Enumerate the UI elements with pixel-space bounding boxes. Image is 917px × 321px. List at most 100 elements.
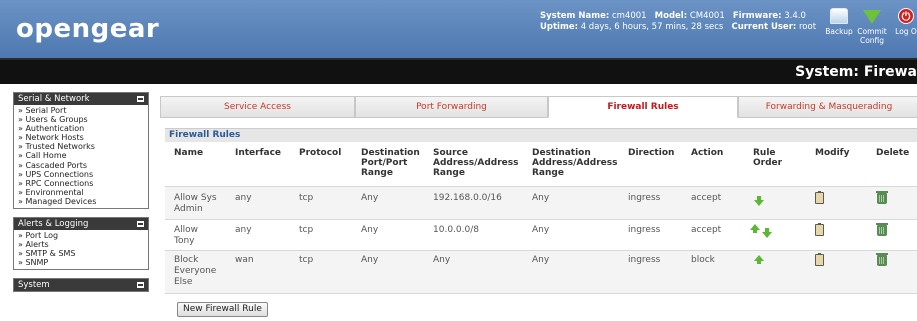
cell-name: Allow Sys Admin: [174, 193, 217, 215]
table-title: Firewall Rules: [165, 128, 917, 142]
header-line: Order: [753, 158, 783, 168]
sidebar-section-title: Serial & Network: [18, 94, 90, 104]
top-header: opengear System Name: cm4001 Model: CM40…: [0, 0, 917, 58]
backup-button[interactable]: Backup: [824, 8, 854, 36]
clipboard-icon[interactable]: [815, 191, 824, 204]
uptime-value: 4 days, 6 hours, 57 mins, 28 secs: [580, 22, 724, 32]
header-line: Address/Address: [532, 158, 618, 168]
header-line: Rule: [753, 148, 776, 158]
column-header-action: Action: [691, 148, 724, 158]
sidebar-item-alerts[interactable]: Alerts: [18, 240, 144, 249]
firmware-label: Firmware:: [732, 11, 782, 21]
cell-direction: ingress: [628, 225, 661, 235]
title-bar: System: Firewa: [0, 58, 917, 84]
sidebar-section-header[interactable]: Alerts & Logging: [14, 218, 148, 231]
column-header-rule-order: Rule Order: [753, 148, 782, 168]
cell-dest-address: Any: [532, 255, 550, 265]
column-header-interface: Interface: [235, 148, 282, 158]
name-line: Allow: [174, 225, 199, 235]
cell-dest-port: Any: [361, 255, 379, 265]
collapse-icon[interactable]: [137, 96, 144, 102]
table-row: Allow Tony any tcp Any 10.0.0.0/8 Any in…: [165, 219, 917, 250]
tab-bar: Service Access Port Forwarding Firewall …: [160, 96, 917, 118]
sidebar-item-authentication[interactable]: Authentication: [18, 124, 144, 133]
logout-button[interactable]: ⏻ Log O: [891, 8, 917, 36]
sidebar-section-header[interactable]: Serial & Network: [14, 93, 148, 105]
move-up-icon[interactable]: [750, 224, 760, 233]
model-value: CM4001: [689, 11, 725, 21]
tab-forwarding-masquerading[interactable]: Forwarding & Masquerading: [738, 96, 917, 118]
sidebar-section-serial-network: Serial & Network Serial Port Users & Gro…: [13, 92, 149, 210]
cell-interface: any: [235, 193, 252, 203]
sidebar-section-header[interactable]: System: [14, 279, 148, 292]
sidebar-item-rpc-connections[interactable]: RPC Connections: [18, 179, 144, 188]
sidebar-item-smtp-sms[interactable]: SMTP & SMS: [18, 249, 144, 258]
config-label: Config: [859, 36, 885, 45]
sidebar-item-managed-devices[interactable]: Managed Devices: [18, 197, 144, 206]
sidebar-item-snmp[interactable]: SNMP: [18, 258, 144, 267]
cell-name: Block Everyone Else: [174, 255, 216, 288]
firmware-value: 3.4.0: [784, 11, 806, 21]
system-info-line-2: Uptime: 4 days, 6 hours, 57 mins, 28 sec…: [540, 22, 816, 33]
cell-direction: ingress: [628, 193, 661, 203]
move-down-icon[interactable]: [762, 228, 772, 238]
cell-action: block: [691, 255, 715, 265]
trash-icon[interactable]: [876, 191, 888, 204]
tab-firewall-rules[interactable]: Firewall Rules: [548, 96, 738, 118]
sidebar-item-users-groups[interactable]: Users & Groups: [18, 115, 144, 124]
cell-name: Allow Tony: [174, 225, 198, 247]
current-user-value: root: [799, 22, 817, 32]
cell-direction: ingress: [628, 255, 661, 265]
backup-label: Backup: [825, 27, 853, 36]
name-line: Else: [174, 277, 193, 287]
column-header-dest-port: Destination Port/Port Range: [361, 148, 420, 178]
cell-dest-port: Any: [361, 225, 379, 235]
collapse-icon[interactable]: [137, 221, 144, 228]
table-row: Allow Sys Admin any tcp Any 192.168.0.0/…: [165, 186, 917, 219]
clipboard-icon[interactable]: [815, 223, 824, 236]
cell-dest-address: Any: [532, 193, 550, 203]
power-icon: ⏻: [898, 8, 914, 24]
page-title: System: Firewa: [795, 64, 917, 80]
cell-interface: any: [235, 225, 252, 235]
cell-action: accept: [691, 225, 722, 235]
clipboard-icon[interactable]: [815, 253, 824, 266]
header-line: Source: [433, 148, 468, 158]
header-line: Range: [532, 168, 564, 178]
cell-source: 10.0.0.0/8: [433, 225, 479, 235]
cell-interface: wan: [235, 255, 254, 265]
new-firewall-rule-button[interactable]: New Firewall Rule: [177, 302, 268, 317]
sidebar-item-ups-connections[interactable]: UPS Connections: [18, 170, 144, 179]
column-header-direction: Direction: [628, 148, 675, 158]
commit-config-button[interactable]: Commit Config: [857, 8, 887, 45]
sidebar-item-call-home[interactable]: Call Home: [18, 151, 144, 160]
trash-icon[interactable]: [876, 253, 888, 266]
tab-service-access[interactable]: Service Access: [160, 96, 355, 118]
column-header-protocol: Protocol: [299, 148, 342, 158]
sidebar-item-network-hosts[interactable]: Network Hosts: [18, 133, 144, 142]
column-header-delete: Delete: [876, 148, 910, 158]
move-up-icon[interactable]: [754, 255, 764, 264]
name-line: Block: [174, 255, 199, 265]
page: opengear System Name: cm4001 Model: CM40…: [0, 0, 917, 321]
sidebar-item-port-log[interactable]: Port Log: [18, 231, 144, 240]
uptime-label: Uptime:: [540, 22, 578, 32]
move-down-icon[interactable]: [754, 196, 764, 206]
sidebar-section-alerts-logging: Alerts & Logging Port Log Alerts SMTP & …: [13, 217, 149, 271]
name-line: Tony: [174, 236, 195, 246]
header-line: Address/Address: [433, 158, 519, 168]
system-info-line-1: System Name: cm4001 Model: CM4001 Firmwa…: [540, 11, 816, 22]
sidebar-item-environmental[interactable]: Environmental: [18, 188, 144, 197]
cell-protocol: tcp: [299, 225, 314, 235]
collapse-icon[interactable]: [137, 282, 144, 289]
sidebar-item-serial-port[interactable]: Serial Port: [18, 106, 144, 115]
sidebar-item-cascaded-ports[interactable]: Cascaded Ports: [18, 161, 144, 170]
sidebar-item-trusted-networks[interactable]: Trusted Networks: [18, 142, 144, 151]
tab-port-forwarding[interactable]: Port Forwarding: [355, 96, 548, 118]
sidebar-section-title: System: [18, 280, 50, 291]
header-line: Destination: [532, 148, 591, 158]
opengear-logo[interactable]: opengear: [16, 14, 159, 44]
download-arrow-icon: [863, 10, 881, 24]
cell-action: accept: [691, 193, 722, 203]
trash-icon[interactable]: [876, 223, 888, 236]
